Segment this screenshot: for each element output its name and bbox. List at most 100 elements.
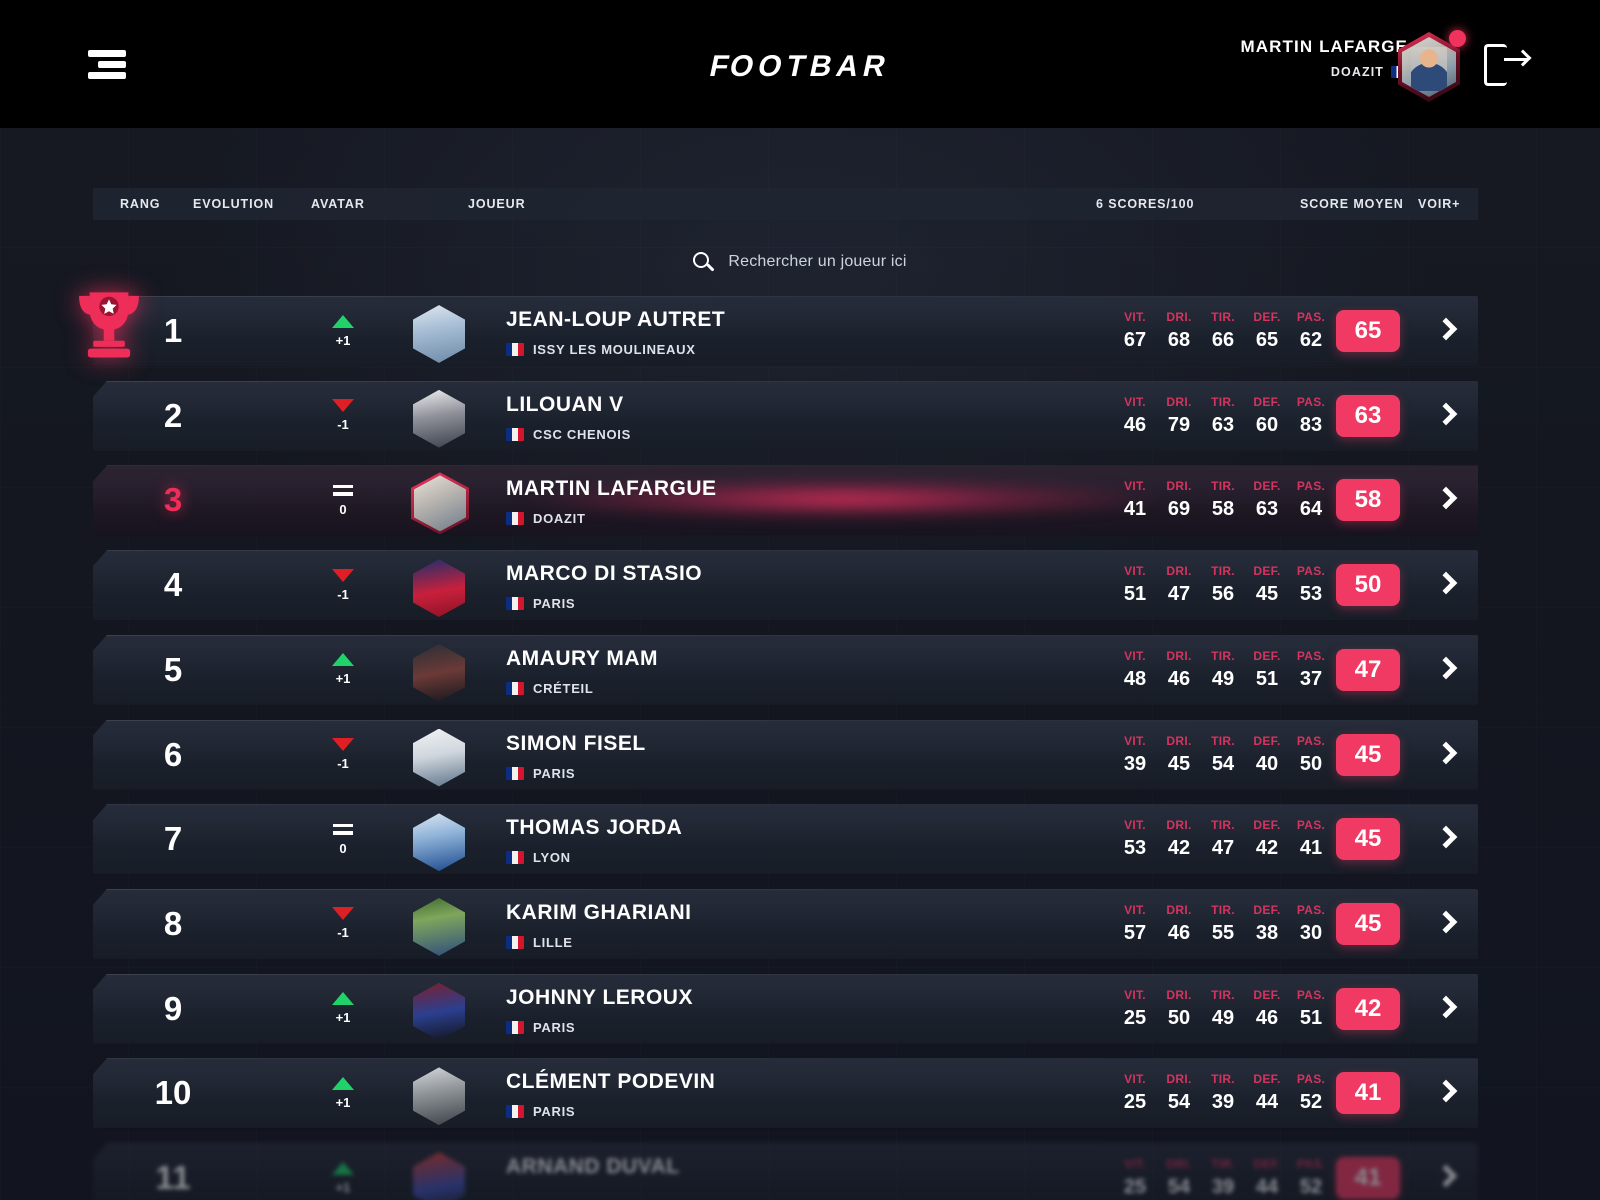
player-name[interactable]: AMAURY MAM bbox=[506, 647, 658, 671]
stat-value: 42 bbox=[1255, 837, 1279, 860]
stat-cell: PAS. 52 bbox=[1289, 1157, 1333, 1199]
stat-label: DEF. bbox=[1253, 310, 1281, 324]
evolution-value: +1 bbox=[335, 332, 351, 348]
evolution-up-icon bbox=[332, 1161, 354, 1175]
average-score-badge: 41 bbox=[1336, 1072, 1400, 1115]
notification-dot-icon[interactable] bbox=[1449, 30, 1466, 47]
player-club-row: ISSY LES MOULINEAUX bbox=[506, 342, 696, 357]
table-row[interactable]: 10 +1 CLÉMENT PODEVIN PARIS VIT. 25 DRI.… bbox=[93, 1058, 1478, 1129]
stat-label: TIR. bbox=[1211, 310, 1235, 324]
table-row[interactable]: 7 0 THOMAS JORDA LYON VIT. 53 DRI. 42 TI… bbox=[93, 804, 1478, 875]
table-row[interactable]: 11 +1 ARNAND DUVAL VIT. 25 DRI. 54 TIR. … bbox=[93, 1143, 1478, 1200]
column-header-rang[interactable]: RANG bbox=[120, 197, 160, 211]
chevron-right-icon[interactable] bbox=[1434, 825, 1458, 853]
player-name[interactable]: KARIM GHARIANI bbox=[506, 901, 692, 925]
stat-value: 44 bbox=[1255, 1091, 1279, 1114]
stat-label: PAS. bbox=[1296, 733, 1326, 748]
stat-cell: PAS. 83 bbox=[1289, 395, 1333, 437]
stat-cell: DEF. 42 bbox=[1245, 818, 1289, 860]
stat-cell: DRI. 54 bbox=[1157, 1072, 1201, 1114]
stat-value: 58 bbox=[1211, 498, 1235, 521]
evolution-value: +1 bbox=[335, 1010, 351, 1026]
search-input[interactable]: Rechercher un joueur ici bbox=[728, 253, 906, 271]
stat-cell: VIT. 25 bbox=[1113, 1072, 1157, 1114]
user-info-block[interactable]: MARTIN LAFARGE DOAZIT bbox=[1241, 38, 1408, 79]
chevron-right-icon[interactable] bbox=[1434, 571, 1458, 599]
stat-value: 38 bbox=[1255, 921, 1279, 944]
player-name[interactable]: ARNAND DUVAL bbox=[506, 1155, 680, 1179]
player-club-label: LILLE bbox=[533, 934, 573, 950]
player-name[interactable]: JOHNNY LEROUX bbox=[506, 986, 693, 1010]
stat-label: DRI. bbox=[1166, 310, 1192, 324]
stat-label: PAS. bbox=[1296, 310, 1326, 324]
column-header-joueur[interactable]: JOUEUR bbox=[468, 197, 526, 211]
evolution-down-icon bbox=[332, 907, 354, 921]
player-club-row: PARIS bbox=[506, 1020, 575, 1035]
chevron-right-icon[interactable] bbox=[1434, 317, 1458, 345]
chevron-right-icon[interactable] bbox=[1434, 402, 1458, 430]
stat-value: 47 bbox=[1211, 837, 1235, 860]
evolution-down-icon bbox=[332, 738, 354, 751]
chevron-right-icon[interactable] bbox=[1434, 656, 1458, 684]
stat-label: VIT. bbox=[1124, 733, 1146, 748]
stat-value: 52 bbox=[1299, 1091, 1323, 1114]
stat-label: TIR. bbox=[1211, 1157, 1235, 1171]
column-header-evolution[interactable]: EVOLUTION bbox=[193, 197, 274, 211]
chevron-right-icon[interactable] bbox=[1434, 486, 1458, 514]
stat-value: 44 bbox=[1255, 1176, 1279, 1198]
table-row[interactable]: 1 +1 JEAN-LOUP AUTRET ISSY LES MOULINEAU… bbox=[79, 292, 1478, 366]
stat-value: 25 bbox=[1123, 1176, 1147, 1198]
table-row[interactable]: 3 0 MARTIN LAFARGUE DOAZIT VIT. 41 DRI. … bbox=[93, 465, 1478, 536]
player-club-label: ISSY LES MOULINEAUX bbox=[533, 342, 696, 357]
chevron-right-icon[interactable] bbox=[1434, 741, 1458, 769]
evolution-value: -1 bbox=[337, 925, 349, 941]
player-name[interactable]: MARTIN LAFARGUE bbox=[506, 477, 717, 501]
france-flag-icon bbox=[506, 1020, 524, 1034]
stat-label: PAS. bbox=[1296, 818, 1326, 833]
player-name[interactable]: THOMAS JORDA bbox=[506, 816, 682, 840]
user-name: MARTIN LAFARGE bbox=[1240, 37, 1408, 56]
stat-label: TIR. bbox=[1211, 987, 1235, 1002]
stat-value: 54 bbox=[1211, 752, 1235, 775]
column-header-voir-plus[interactable]: VOIR+ bbox=[1418, 197, 1460, 211]
player-club-label: LYON bbox=[533, 850, 571, 866]
column-header-avatar[interactable]: AVATAR bbox=[311, 197, 365, 211]
chevron-right-icon[interactable] bbox=[1434, 910, 1458, 938]
rank-number: 10 bbox=[154, 1074, 192, 1112]
player-name[interactable]: LILOUAN V bbox=[506, 393, 624, 417]
player-club-label: CRÉTEIL bbox=[533, 680, 594, 696]
stat-value: 39 bbox=[1211, 1176, 1235, 1198]
column-header-scores[interactable]: 6 SCORES/100 bbox=[1096, 197, 1194, 211]
player-club-row: PARIS bbox=[506, 596, 575, 611]
stat-cell: PAS. 50 bbox=[1289, 734, 1333, 776]
player-club-row: CSC CHENOIS bbox=[506, 427, 631, 442]
stat-value: 54 bbox=[1167, 1091, 1191, 1114]
player-club-label: PARIS bbox=[533, 596, 576, 612]
player-name[interactable]: SIMON FISEL bbox=[506, 732, 646, 756]
table-row[interactable]: 6 -1 SIMON FISEL PARIS VIT. 39 DRI. 45 T… bbox=[93, 719, 1478, 790]
stat-value: 39 bbox=[1211, 1091, 1235, 1114]
player-name[interactable]: CLÉMENT PODEVIN bbox=[506, 1070, 715, 1094]
stat-cell: VIT. 57 bbox=[1113, 903, 1157, 945]
column-header-score-moyen[interactable]: SCORE MOYEN bbox=[1300, 197, 1404, 211]
player-search-bar[interactable]: Rechercher un joueur ici bbox=[0, 248, 1600, 276]
stat-cell: DRI. 42 bbox=[1157, 818, 1201, 860]
player-name[interactable]: MARCO DI STASIO bbox=[506, 562, 702, 586]
stat-cell: VIT. 46 bbox=[1113, 395, 1157, 437]
table-row[interactable]: 4 -1 MARCO DI STASIO PARIS VIT. 51 DRI. … bbox=[93, 550, 1478, 621]
player-club-row: DOAZIT bbox=[506, 511, 586, 526]
stat-cell: PAS. 37 bbox=[1289, 649, 1333, 691]
table-row[interactable]: 2 -1 LILOUAN V CSC CHENOIS VIT. 46 DRI. … bbox=[93, 380, 1478, 451]
chevron-right-icon[interactable] bbox=[1434, 995, 1458, 1023]
player-name[interactable]: JEAN-LOUP AUTRET bbox=[506, 308, 725, 332]
evolution-value: 0 bbox=[339, 501, 347, 517]
evolution-value: -1 bbox=[337, 586, 349, 602]
table-row[interactable]: 9 +1 JOHNNY LEROUX PARIS VIT. 25 DRI. 50… bbox=[93, 973, 1478, 1044]
chevron-right-icon[interactable] bbox=[1434, 1079, 1458, 1107]
evolution-cell: -1 bbox=[283, 720, 403, 790]
table-row[interactable]: 5 +1 AMAURY MAM CRÉTEIL VIT. 48 DRI. 46 … bbox=[93, 634, 1478, 705]
chevron-right-icon[interactable] bbox=[1434, 1164, 1458, 1192]
logout-icon[interactable] bbox=[1484, 44, 1532, 86]
stat-label: DRI. bbox=[1166, 648, 1192, 663]
table-row[interactable]: 8 -1 KARIM GHARIANI LILLE VIT. 57 DRI. 4… bbox=[93, 888, 1478, 959]
